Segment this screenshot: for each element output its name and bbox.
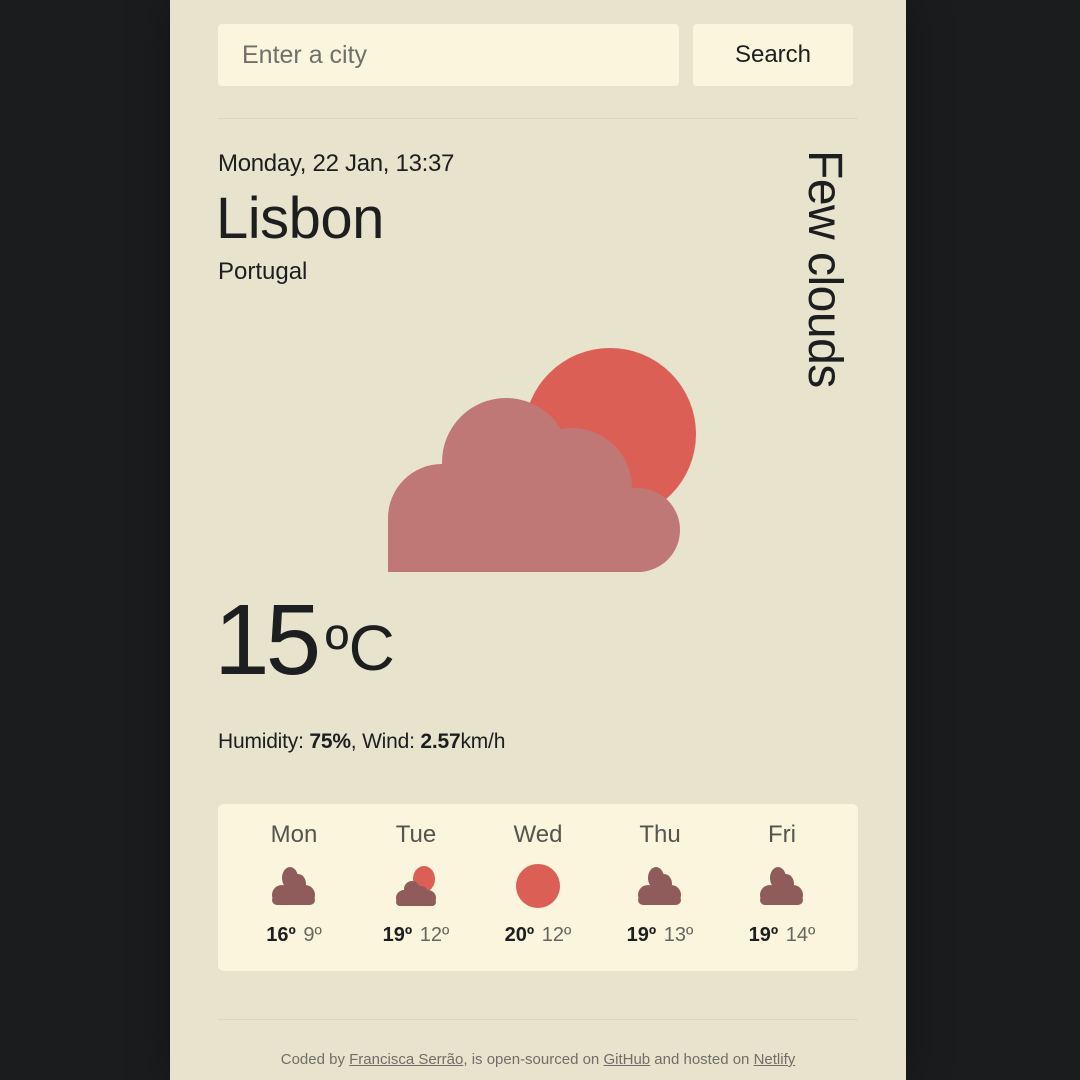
humidity-value: 75% bbox=[309, 730, 351, 753]
forecast-min: 12º bbox=[419, 924, 450, 946]
broken-clouds-icon bbox=[760, 867, 803, 905]
few-clouds-icon bbox=[388, 348, 696, 572]
forecast-day-name: Wed bbox=[513, 821, 563, 848]
github-link[interactable]: GitHub bbox=[603, 1051, 650, 1068]
forecast-day-name: Fri bbox=[768, 821, 796, 848]
forecast-max: 20º bbox=[504, 924, 535, 946]
netlify-link[interactable]: Netlify bbox=[754, 1051, 796, 1068]
forecast-day[interactable]: Mon 16º 9º bbox=[233, 804, 355, 971]
forecast-temps: 19º 12º bbox=[383, 924, 450, 947]
weather-details: Humidity: 75%, Wind: 2.57km/h bbox=[218, 730, 505, 754]
temperature-unit: ºC bbox=[325, 612, 395, 684]
forecast-day[interactable]: Fri 19º 14º bbox=[721, 804, 843, 971]
forecast-temps: 20º 12º bbox=[505, 924, 572, 947]
few-clouds-icon bbox=[396, 866, 436, 906]
footer-text: Coded by bbox=[280, 1051, 350, 1068]
forecast-max: 19º bbox=[748, 924, 779, 946]
forecast-min: 12º bbox=[541, 924, 572, 946]
forecast-min: 14º bbox=[785, 924, 816, 946]
forecast-max: 16º bbox=[266, 924, 296, 946]
city-name: Lisbon bbox=[216, 186, 384, 251]
weather-description: Few clouds bbox=[798, 150, 851, 388]
clear-sky-icon bbox=[516, 864, 560, 908]
current-temperature: 15 ºC bbox=[214, 590, 395, 690]
forecast-temps: 19º 14º bbox=[749, 924, 816, 947]
author-link[interactable]: Francisca Serrão bbox=[349, 1051, 463, 1068]
wind-unit: km/h bbox=[460, 730, 506, 753]
forecast-temps: 16º 9º bbox=[266, 924, 322, 947]
footer-divider bbox=[218, 1019, 858, 1020]
forecast-min: 9º bbox=[303, 924, 322, 946]
forecast-day-name: Mon bbox=[270, 821, 318, 848]
top-divider bbox=[218, 118, 858, 119]
forecast-day[interactable]: Wed 20º 12º bbox=[477, 804, 599, 971]
forecast-day[interactable]: Thu 19º 13º bbox=[599, 804, 721, 971]
forecast-day-name: Thu bbox=[639, 821, 681, 848]
search-form: Search bbox=[218, 24, 853, 86]
footer: Coded by Francisca Serrão, is open-sourc… bbox=[170, 1051, 906, 1068]
weather-app: Search Monday, 22 Jan, 13:37 Lisbon Port… bbox=[170, 0, 906, 1080]
footer-text: and hosted on bbox=[650, 1051, 754, 1068]
footer-text: , is open-sourced on bbox=[463, 1051, 604, 1068]
forecast-day[interactable]: Tue 19º 12º bbox=[355, 804, 477, 971]
forecast-temps: 19º 13º bbox=[627, 924, 694, 947]
humidity-label: Humidity: bbox=[218, 730, 310, 753]
forecast-min: 13º bbox=[663, 924, 694, 946]
forecast-max: 19º bbox=[626, 924, 657, 946]
wind-label: , Wind: bbox=[350, 730, 421, 753]
search-button[interactable]: Search bbox=[693, 24, 853, 86]
current-datetime: Monday, 22 Jan, 13:37 bbox=[218, 150, 455, 177]
city-search-input[interactable] bbox=[218, 24, 679, 86]
wind-value: 2.57 bbox=[420, 730, 461, 753]
broken-clouds-icon bbox=[638, 867, 681, 905]
forecast-day-name: Tue bbox=[395, 821, 437, 848]
broken-clouds-icon bbox=[272, 867, 315, 905]
country-name: Portugal bbox=[218, 258, 308, 285]
temperature-value: 15 bbox=[214, 584, 321, 696]
forecast-panel: Mon 16º 9º Tue 19º 12º Wed 20º 12º Thu 1… bbox=[218, 804, 858, 971]
forecast-max: 19º bbox=[382, 924, 413, 946]
